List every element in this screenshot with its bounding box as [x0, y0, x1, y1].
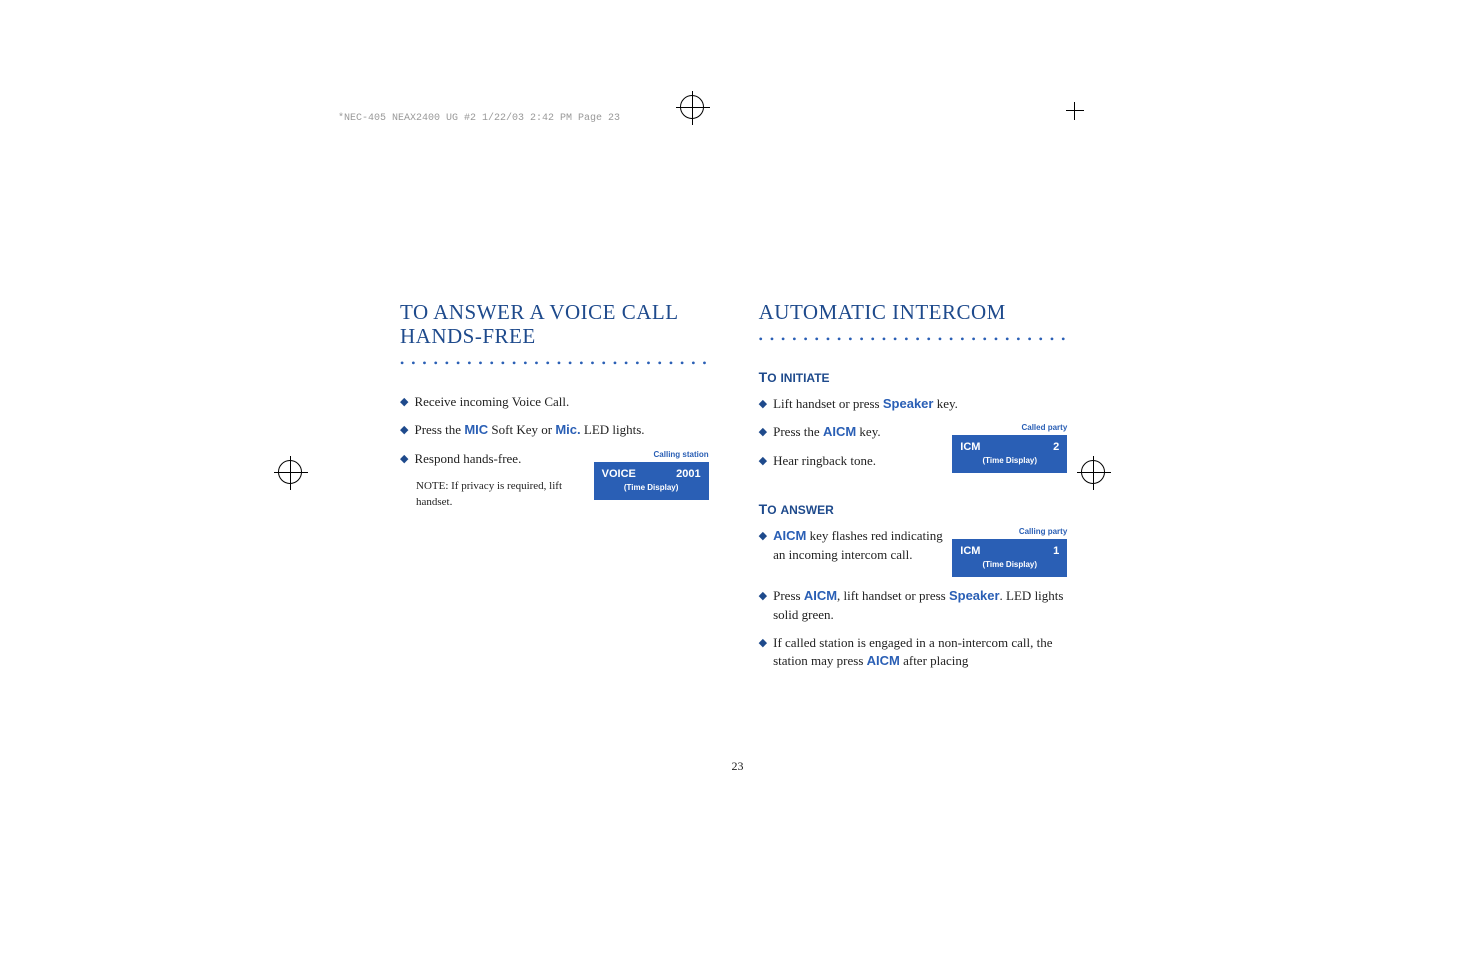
- diamond-icon: ◆: [759, 397, 767, 412]
- diamond-icon: ◆: [759, 425, 767, 440]
- bullet-text: Respond hands-free.: [414, 450, 585, 468]
- phone-display: Called party ICM 2 (Time Display): [952, 423, 1067, 473]
- display-right-text: 2001: [676, 468, 700, 480]
- bullet-item: ◆ If called station is engaged in a non-…: [759, 634, 1068, 670]
- display-label: Calling party: [952, 527, 1067, 536]
- section-title-voice-call: TO ANSWER A VOICE CALL HANDS-FREE: [400, 300, 709, 348]
- left-column: TO ANSWER A VOICE CALL HANDS-FREE • • • …: [400, 300, 709, 680]
- display-left-text: ICM: [960, 441, 980, 453]
- registration-mark-right: [1081, 460, 1105, 484]
- bullet-item: ◆ AICM key flashes red indicating an inc…: [759, 527, 945, 563]
- section-title-auto-intercom: AUTOMATIC INTERCOM: [759, 300, 1068, 324]
- display-left-text: VOICE: [602, 468, 636, 480]
- crop-mark-icon: [1065, 101, 1085, 121]
- bullet-item: ◆ Lift handset or press Speaker key.: [759, 395, 1068, 413]
- diamond-icon: ◆: [759, 589, 767, 604]
- bullet-item: ◆ Receive incoming Voice Call.: [400, 393, 709, 411]
- bullet-item: ◆ Hear ringback tone.: [759, 452, 945, 470]
- display-time: (Time Display): [960, 560, 1059, 569]
- bullet-text: AICM key flashes red indicating an incom…: [773, 527, 944, 563]
- display-right-text: 2: [1053, 441, 1059, 453]
- diamond-icon: ◆: [400, 423, 408, 438]
- page-content: TO ANSWER A VOICE CALL HANDS-FREE • • • …: [400, 300, 940, 680]
- display-left-text: ICM: [960, 545, 980, 557]
- registration-mark-top: [680, 95, 704, 119]
- display-screen: VOICE 2001 (Time Display): [594, 462, 709, 500]
- display-label: Called party: [952, 423, 1067, 432]
- bullet-item: ◆ Press the AICM key.: [759, 423, 945, 441]
- display-time: (Time Display): [960, 456, 1059, 465]
- page-number: 23: [732, 759, 744, 774]
- divider: • • • • • • • • • • • • • • • • • • • • …: [400, 356, 709, 371]
- display-label: Calling station: [594, 450, 709, 459]
- display-right-text: 1: [1053, 545, 1059, 557]
- display-time: (Time Display): [602, 483, 701, 492]
- bullet-text: Lift handset or press Speaker key.: [773, 395, 1067, 413]
- diamond-icon: ◆: [759, 454, 767, 469]
- bullet-item: ◆ Respond hands-free.: [400, 450, 586, 468]
- diamond-icon: ◆: [400, 395, 408, 410]
- display-screen: ICM 2 (Time Display): [952, 435, 1067, 473]
- bullet-item: ◆ Press the MIC Soft Key or Mic. LED lig…: [400, 421, 709, 439]
- bullet-text: Press the AICM key.: [773, 423, 944, 441]
- bullet-item: ◆ Press AICM, lift handset or press Spea…: [759, 587, 1068, 623]
- bullet-text: Hear ringback tone.: [773, 452, 944, 470]
- subsection-initiate: TO INITIATE: [759, 369, 1068, 385]
- registration-mark-left: [278, 460, 302, 484]
- diamond-icon: ◆: [759, 636, 767, 651]
- bullet-text: Press the MIC Soft Key or Mic. LED light…: [414, 421, 708, 439]
- diamond-icon: ◆: [759, 529, 767, 544]
- bullet-text: If called station is engaged in a non-in…: [773, 634, 1067, 670]
- bullet-text: Receive incoming Voice Call.: [414, 393, 708, 411]
- note-text: NOTE: If privacy is required, lift hands…: [416, 478, 586, 511]
- phone-display: Calling station VOICE 2001 (Time Display…: [594, 450, 709, 500]
- print-header: *NEC-405 NEAX2400 UG #2 1/22/03 2:42 PM …: [338, 113, 620, 124]
- display-screen: ICM 1 (Time Display): [952, 539, 1067, 577]
- subsection-answer: TO ANSWER: [759, 501, 1068, 517]
- right-column: AUTOMATIC INTERCOM • • • • • • • • • • •…: [759, 300, 1068, 680]
- phone-display: Calling party ICM 1 (Time Display): [952, 527, 1067, 577]
- bullet-text: Press AICM, lift handset or press Speake…: [773, 587, 1067, 623]
- divider: • • • • • • • • • • • • • • • • • • • • …: [759, 332, 1068, 347]
- diamond-icon: ◆: [400, 452, 408, 467]
